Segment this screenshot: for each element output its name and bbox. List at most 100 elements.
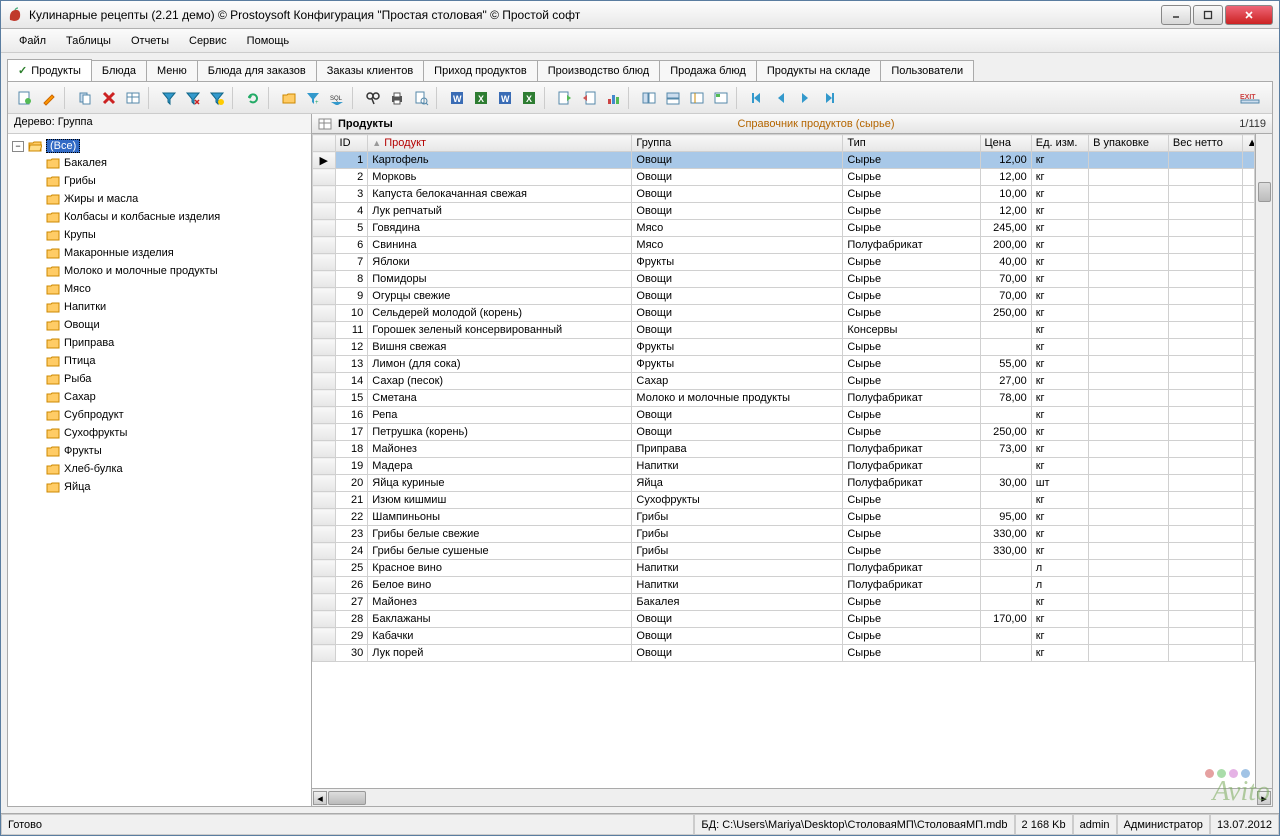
cell-unit[interactable]: кг (1031, 220, 1088, 237)
tree-item[interactable]: Рыба (10, 370, 309, 388)
table-row[interactable]: 6СвининаМясоПолуфабрикат200,00кг (313, 237, 1255, 254)
cell-net[interactable] (1168, 254, 1242, 271)
cell-unit[interactable]: шт (1031, 475, 1088, 492)
edit-icon[interactable] (38, 87, 60, 109)
col-spacer[interactable]: ▲ (1242, 135, 1254, 152)
cell-group[interactable]: Напитки (632, 458, 843, 475)
row-marker[interactable] (313, 441, 336, 458)
cell-unit[interactable]: кг (1031, 390, 1088, 407)
cell-type[interactable]: Полуфабрикат (843, 475, 980, 492)
cell-price[interactable]: 30,00 (980, 475, 1031, 492)
cell-unit[interactable]: кг (1031, 628, 1088, 645)
tree-item[interactable]: Овощи (10, 316, 309, 334)
menu-tables[interactable]: Таблицы (56, 32, 121, 50)
layout1-icon[interactable] (638, 87, 660, 109)
row-marker[interactable] (313, 560, 336, 577)
cell-pack[interactable] (1089, 203, 1169, 220)
tree-item[interactable]: Молоко и молочные продукты (10, 262, 309, 280)
cell-group[interactable]: Грибы (632, 509, 843, 526)
cell-pack[interactable] (1089, 288, 1169, 305)
chart-icon[interactable] (602, 87, 624, 109)
row-marker[interactable]: ▶ (313, 152, 336, 169)
import-icon[interactable] (554, 87, 576, 109)
table-row[interactable]: 10Сельдерей молодой (корень)ОвощиСырье25… (313, 305, 1255, 322)
refresh-icon[interactable] (242, 87, 264, 109)
cell-product[interactable]: Лук порей (368, 645, 632, 662)
cell-id[interactable]: 19 (335, 458, 368, 475)
maximize-button[interactable] (1193, 5, 1223, 25)
cell-pack[interactable] (1089, 186, 1169, 203)
cell-product[interactable]: Сахар (песок) (368, 373, 632, 390)
cell-unit[interactable]: кг (1031, 288, 1088, 305)
layout2-icon[interactable] (662, 87, 684, 109)
cell-group[interactable]: Фрукты (632, 254, 843, 271)
table-row[interactable]: 26Белое виноНапиткиПолуфабрикатл (313, 577, 1255, 594)
cell-net[interactable] (1168, 492, 1242, 509)
cell-pack[interactable] (1089, 390, 1169, 407)
cell-unit[interactable]: кг (1031, 356, 1088, 373)
tab-users[interactable]: Пользователи (880, 60, 974, 81)
row-marker[interactable] (313, 254, 336, 271)
cell-price[interactable]: 200,00 (980, 237, 1031, 254)
cell-net[interactable] (1168, 288, 1242, 305)
tab-menu[interactable]: Меню (146, 60, 198, 81)
hscroll-left-icon[interactable]: ◂ (313, 791, 327, 805)
cell-type[interactable]: Сырье (843, 594, 980, 611)
cell-product[interactable]: Вишня свежая (368, 339, 632, 356)
row-selector-header[interactable] (313, 135, 336, 152)
tab-products[interactable]: ✓Продукты (7, 59, 92, 81)
tab-sales[interactable]: Продажа блюд (659, 60, 757, 81)
cell-net[interactable] (1168, 356, 1242, 373)
cell-net[interactable] (1168, 322, 1242, 339)
cell-net[interactable] (1168, 526, 1242, 543)
table-row[interactable]: 12Вишня свежаяФруктыСырьекг (313, 339, 1255, 356)
table-row[interactable]: 9Огурцы свежиеОвощиСырье70,00кг (313, 288, 1255, 305)
cell-type[interactable]: Сырье (843, 356, 980, 373)
cell-unit[interactable]: кг (1031, 509, 1088, 526)
row-marker[interactable] (313, 594, 336, 611)
cell-type[interactable]: Сырье (843, 611, 980, 628)
cell-unit[interactable]: кг (1031, 322, 1088, 339)
cell-product[interactable]: Помидоры (368, 271, 632, 288)
cell-id[interactable]: 14 (335, 373, 368, 390)
cell-pack[interactable] (1089, 458, 1169, 475)
cell-net[interactable] (1168, 237, 1242, 254)
exit-icon[interactable]: EXIT (1234, 87, 1266, 109)
cell-pack[interactable] (1089, 407, 1169, 424)
cell-net[interactable] (1168, 407, 1242, 424)
cell-price[interactable]: 55,00 (980, 356, 1031, 373)
cell-unit[interactable]: кг (1031, 611, 1088, 628)
cell-price[interactable]: 170,00 (980, 611, 1031, 628)
vertical-scrollbar[interactable] (1255, 134, 1272, 788)
cell-group[interactable]: Овощи (632, 628, 843, 645)
cell-net[interactable] (1168, 560, 1242, 577)
cell-group[interactable]: Овощи (632, 322, 843, 339)
col-net[interactable]: Вес нетто (1168, 135, 1242, 152)
cell-pack[interactable] (1089, 492, 1169, 509)
cell-type[interactable]: Сырье (843, 254, 980, 271)
collapse-icon[interactable]: − (12, 141, 24, 152)
cell-product[interactable]: Белое вино (368, 577, 632, 594)
cell-type[interactable]: Сырье (843, 509, 980, 526)
cell-price[interactable]: 40,00 (980, 254, 1031, 271)
row-marker[interactable] (313, 220, 336, 237)
cell-group[interactable]: Овощи (632, 288, 843, 305)
cell-id[interactable]: 27 (335, 594, 368, 611)
cell-net[interactable] (1168, 305, 1242, 322)
cell-unit[interactable]: кг (1031, 594, 1088, 611)
cell-price[interactable]: 250,00 (980, 305, 1031, 322)
cell-net[interactable] (1168, 543, 1242, 560)
cell-id[interactable]: 22 (335, 509, 368, 526)
cell-type[interactable]: Консервы (843, 322, 980, 339)
table-row[interactable]: 23Грибы белые свежиеГрибыСырье330,00кг (313, 526, 1255, 543)
preview-icon[interactable] (410, 87, 432, 109)
cell-net[interactable] (1168, 441, 1242, 458)
cell-price[interactable]: 78,00 (980, 390, 1031, 407)
cell-price[interactable]: 73,00 (980, 441, 1031, 458)
tab-stock[interactable]: Продукты на складе (756, 60, 882, 81)
cell-id[interactable]: 6 (335, 237, 368, 254)
table-row[interactable]: 7ЯблокиФруктыСырье40,00кг (313, 254, 1255, 271)
row-marker[interactable] (313, 492, 336, 509)
table-row[interactable]: 4Лук репчатыйОвощиСырье12,00кг (313, 203, 1255, 220)
cell-unit[interactable]: кг (1031, 492, 1088, 509)
